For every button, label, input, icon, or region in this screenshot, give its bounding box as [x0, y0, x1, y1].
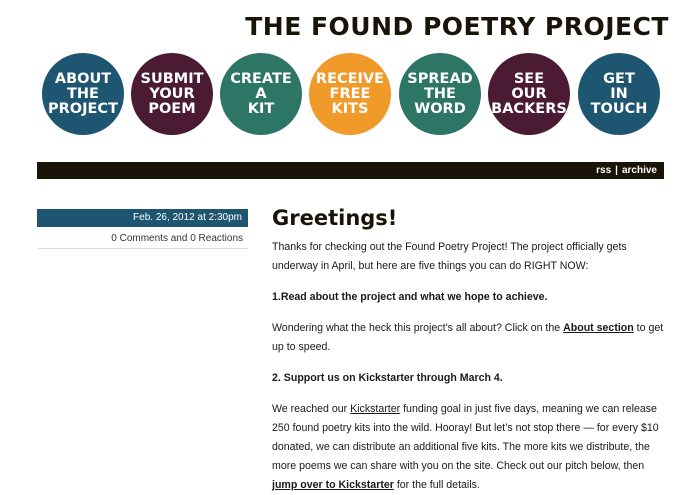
nav-label-line: GET — [603, 70, 635, 87]
nav-label: GET IN TOUCH — [590, 70, 648, 117]
nav-label-line: ABOUT — [54, 70, 112, 87]
main-nav: ABOUT THE PROJECT SUBMIT YOUR POEM CREATE A KI… — [42, 53, 662, 139]
post-title: Greetings! — [272, 206, 398, 230]
nav-label-line: SEE — [513, 70, 545, 87]
nav-label-line: SUBMIT — [140, 70, 204, 87]
nav-label: RECEIVE FREE KITS — [315, 70, 385, 117]
nav-create-a-kit[interactable]: CREATE A KIT — [220, 53, 302, 135]
nav-label-line: A — [255, 85, 267, 102]
site-title[interactable]: THE FOUND POETRY PROJECT — [245, 12, 669, 41]
nav-label: SUBMIT YOUR POEM — [140, 70, 204, 117]
post-date: Feb. 26, 2012 at 2:30pm — [37, 209, 248, 227]
nav-label-line: IN — [610, 85, 628, 102]
nav-label-line: TOUCH — [590, 100, 648, 117]
nav-label-line: THE — [67, 85, 99, 102]
archive-link[interactable]: archive — [622, 165, 657, 176]
nav-label-line: OUR — [511, 85, 547, 102]
jump-to-kickstarter-link[interactable]: jump over to Kickstarter — [272, 479, 394, 491]
nav-see-our-backers[interactable]: SEE OUR BACKERS — [488, 53, 570, 135]
utility-bar: rss | archive — [37, 162, 664, 179]
nav-label-line: RECEIVE — [315, 70, 385, 87]
text: Wondering what the heck this project’s a… — [272, 322, 564, 334]
meta-divider — [37, 248, 248, 249]
nav-label: SPREAD THE WORD — [407, 70, 473, 117]
nav-label-line: KIT — [247, 100, 275, 117]
text: for the full details. — [393, 479, 480, 491]
post-intro-paragraph: Thanks for checking out the Found Poetry… — [272, 241, 627, 272]
bar-separator: | — [615, 165, 618, 176]
nav-label-line: WORD — [414, 100, 466, 117]
nav-label-line: SPREAD — [407, 70, 473, 87]
nav-label: SEE OUR BACKERS — [491, 70, 567, 117]
nav-label-line: CREATE — [230, 70, 292, 87]
post-step-2-paragraph: We reached our Kickstarter funding goal … — [272, 400, 672, 495]
post-step-1-paragraph: Wondering what the heck this project’s a… — [272, 319, 672, 357]
about-section-link[interactable]: About section — [563, 322, 634, 334]
nav-receive-free-kits[interactable]: RECEIVE FREE KITS — [309, 53, 391, 135]
nav-submit-your-poem[interactable]: SUBMIT YOUR POEM — [131, 53, 213, 135]
nav-label: ABOUT THE PROJECT — [48, 70, 118, 117]
text: We reached our — [272, 403, 351, 415]
post-step-2-heading: 2. Support us on Kickstarter through Mar… — [272, 372, 503, 384]
nav-label-line: PROJECT — [48, 100, 118, 117]
post-comments-count[interactable]: 0 Comments and 0 Reactions — [37, 233, 248, 244]
rss-link[interactable]: rss — [596, 165, 611, 176]
nav-label-line: THE — [424, 85, 456, 102]
nav-label: CREATE A KIT — [230, 70, 292, 117]
nav-label-line: YOUR — [149, 85, 195, 102]
post-article: Greetings! Thanks for checking out the F… — [272, 205, 672, 495]
nav-about-the-project[interactable]: ABOUT THE PROJECT — [42, 53, 124, 135]
nav-label-line: KITS — [331, 100, 369, 117]
nav-label-line: FREE — [329, 85, 371, 102]
nav-label-line: POEM — [148, 100, 196, 117]
post-step-1-heading: 1.Read about the project and what we hop… — [272, 291, 548, 303]
nav-get-in-touch[interactable]: GET IN TOUCH — [578, 53, 660, 135]
nav-spread-the-word[interactable]: SPREAD THE WORD — [399, 53, 481, 135]
nav-label-line: BACKERS — [491, 100, 567, 117]
kickstarter-link[interactable]: Kickstarter — [350, 403, 400, 415]
